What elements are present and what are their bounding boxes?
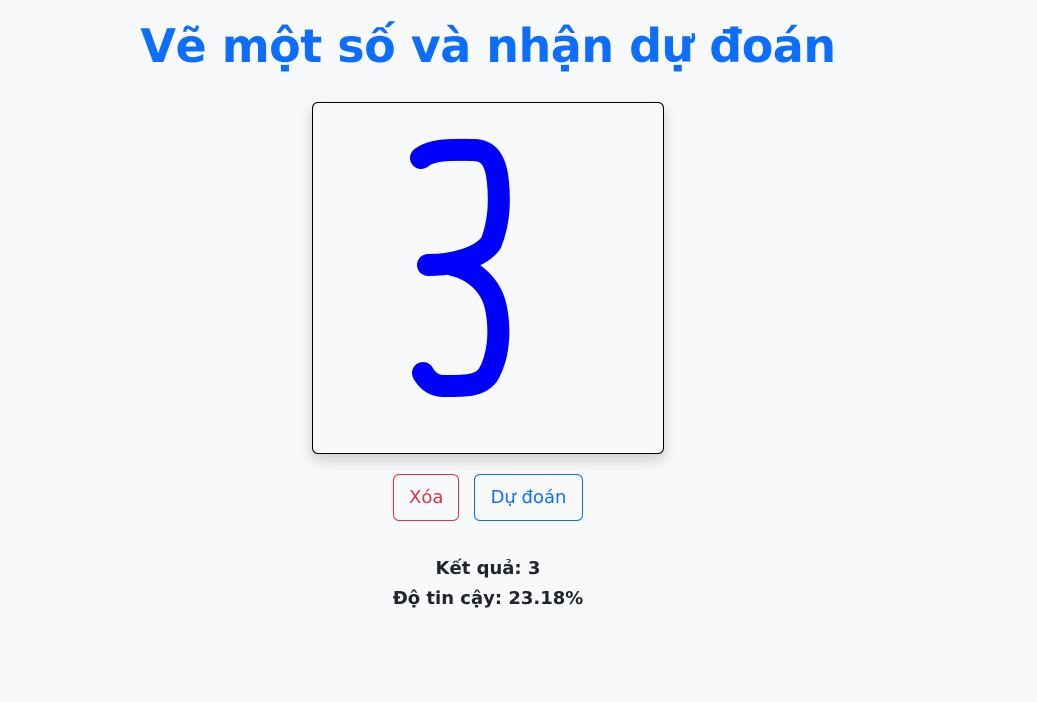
confidence-label: Độ tin cậy: — [392, 588, 503, 609]
result-panel: Kết quả: 3 Độ tin cậy: 23.18% — [0, 554, 976, 614]
page: Vẽ một số và nhận dự đoán Xóa Dự đoán Kế… — [0, 0, 1037, 702]
drawing-canvas[interactable] — [312, 102, 664, 454]
clear-button[interactable]: Xóa — [393, 474, 459, 521]
page-title: Vẽ một số và nhận dự đoán — [140, 19, 836, 73]
drawn-digit — [410, 138, 510, 398]
prediction-label: Kết quả: — [435, 558, 522, 579]
prediction-value: 3 — [527, 558, 541, 579]
predict-button[interactable]: Dự đoán — [474, 474, 583, 521]
confidence-line: Độ tin cậy: 23.18% — [0, 584, 976, 614]
prediction-line: Kết quả: 3 — [0, 554, 976, 584]
action-buttons: Xóa Dự đoán — [393, 474, 583, 521]
confidence-value: 23.18% — [508, 588, 584, 609]
